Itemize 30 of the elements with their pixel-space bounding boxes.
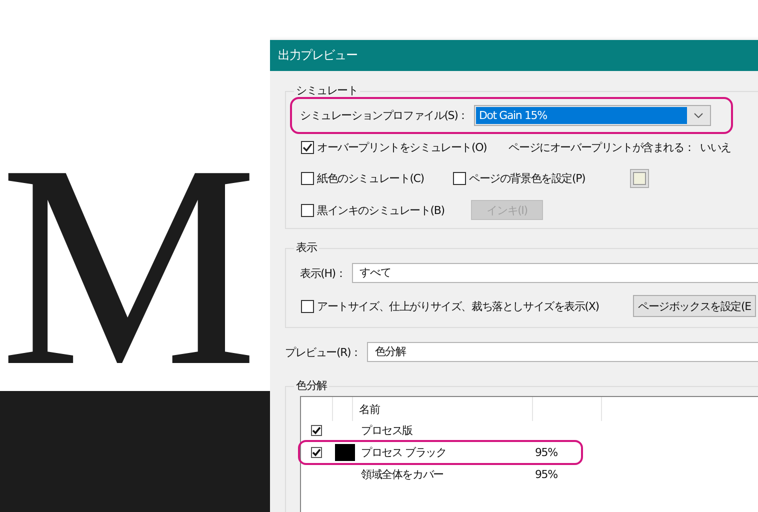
profile-dropdown[interactable]: Dot Gain 15%	[474, 105, 711, 126]
checkbox[interactable]: オーバープリントをシミュレート(O)	[301, 140, 487, 155]
overprint-info-value: いいえ	[700, 140, 731, 155]
field-label: 表示(H)：	[300, 266, 346, 280]
checkbox[interactable]	[311, 425, 322, 436]
caret-icon	[694, 113, 703, 118]
checkbox[interactable]: アートサイズ、仕上がりサイズ、裁ち落としサイズを表示(X)	[301, 298, 629, 314]
ink-name: 領域全体をカバー	[361, 468, 444, 481]
group-legend: 色分解	[294, 378, 329, 393]
color-swatch-button[interactable]	[630, 169, 649, 188]
coverage-value: 95%	[535, 468, 558, 481]
overprint-info-label: ページにオーバープリントが含まれる：	[508, 140, 694, 155]
coverage-value: 95%	[535, 446, 558, 459]
checkbox[interactable]: 黒インキのシミュレート(B)	[301, 202, 471, 218]
checkbox-box[interactable]	[301, 141, 314, 154]
display-field[interactable]: すべて	[352, 263, 758, 283]
group-legend: 表示	[294, 240, 319, 255]
ink-name: プロセス版	[361, 424, 413, 437]
window-title: 出力プレビュー	[278, 47, 358, 64]
group-legend: シミュレート	[294, 83, 360, 98]
preview-field[interactable]: 色分解	[366, 342, 758, 362]
column-header[interactable]: 名前	[353, 397, 533, 421]
document-letter: M	[0, 143, 258, 390]
checkbox[interactable]	[311, 447, 322, 458]
ink-name: プロセス ブラック	[361, 446, 446, 459]
checkbox[interactable]: ページの背景色を設定(P)	[453, 171, 630, 186]
checkbox[interactable]: 紙色のシミュレート(C)	[301, 171, 453, 186]
field-label: シミュレーションプロファイル(S)：	[300, 108, 468, 123]
field-label: プレビュー(R)：	[285, 344, 361, 360]
page-box-button[interactable]: ページボックスを設定(E	[633, 295, 756, 317]
